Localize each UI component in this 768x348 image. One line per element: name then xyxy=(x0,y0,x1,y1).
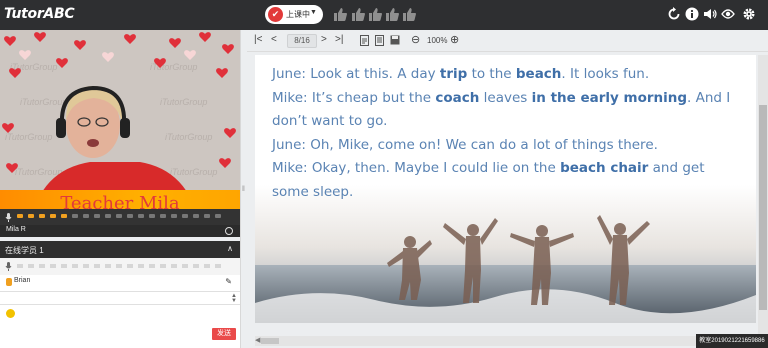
audio-level-bar xyxy=(17,264,221,268)
teacher-label: Mila R xyxy=(6,226,26,233)
slide-text-segment: to the xyxy=(467,66,516,82)
svg-text:iTutorGroup: iTutorGroup xyxy=(5,132,52,142)
chat-input[interactable]: ▲ ▼ xyxy=(0,291,240,305)
status-label: 上课中 xyxy=(286,10,310,19)
chevron-up-icon[interactable]: ∧ xyxy=(227,244,233,253)
vocab-word: coach xyxy=(435,89,480,106)
teacher-audio-level xyxy=(0,209,240,226)
page-indicator[interactable]: 8/16 xyxy=(287,34,317,48)
vocab-word: in the early morning xyxy=(531,89,688,106)
class-status-dropdown[interactable]: ✔ 上课中 ▼ xyxy=(265,5,323,24)
zoom-in-icon[interactable]: ⊕ xyxy=(450,33,459,46)
vocab-word: beach xyxy=(515,66,562,82)
prev-page-button[interactable]: < xyxy=(271,34,277,45)
slide-text-segment: June: Oh, Mike, come on! We can do a lot… xyxy=(272,136,658,153)
slide-line: some sleep. xyxy=(272,181,752,205)
slide-text-segment: June: Look at this. A day xyxy=(272,66,440,82)
wifi-icon xyxy=(6,278,12,286)
thumbs-up-icon[interactable] xyxy=(402,7,416,22)
settings-icon[interactable] xyxy=(742,7,756,21)
next-page-button[interactable]: > xyxy=(321,34,327,45)
thumbs-up-icon[interactable] xyxy=(333,7,347,22)
app-logo: TutorABC xyxy=(4,6,75,22)
zoom-out-icon[interactable]: ⊖ xyxy=(411,33,420,46)
slide-text-segment: some sleep. xyxy=(272,183,354,200)
session-id: 教室2019021221659886 xyxy=(696,334,768,348)
top-bar: TutorABC ✔ 上课中 ▼ xyxy=(0,0,768,30)
scroll-left-icon[interactable]: ◀ xyxy=(255,336,260,344)
slide-toolbar: |< < 8/16 > >| ⊖ 100% ⊕ xyxy=(247,30,768,52)
thumbs-up-icon[interactable] xyxy=(351,7,365,22)
pencil-icon[interactable]: ✎ xyxy=(225,277,232,286)
teacher-video: iTutorGroup iTutorGroup iTutorGroup iTutor… xyxy=(0,30,240,225)
thumbs-up-icon[interactable] xyxy=(385,7,399,22)
panel-divider[interactable]: ‖ xyxy=(240,30,246,348)
students-panel: 在线学员 1 ∧ Brian ✎ ▲ ▼ 发送 xyxy=(0,241,240,348)
slide-line: June: Look at this. A day trip to the be… xyxy=(272,63,752,87)
slide-text-segment: Mike: It’s cheap but the xyxy=(272,89,436,106)
thumbs-up-icon[interactable] xyxy=(368,7,382,22)
slide-text-segment: . It looks fun. xyxy=(561,66,650,82)
teacher-label-row: Mila R xyxy=(0,225,240,237)
beach-photo xyxy=(255,185,756,323)
drag-handle-icon[interactable]: ‖ xyxy=(242,186,245,193)
save-icon[interactable] xyxy=(390,35,400,45)
status-check-icon: ✔ xyxy=(268,7,283,22)
svg-text:iTutorGroup: iTutorGroup xyxy=(170,167,217,177)
vertical-scrollbar[interactable] xyxy=(758,55,768,348)
vocab-word: trip xyxy=(439,66,468,82)
slide-text-segment: Mike: Okay, then. Maybe I could lie on t… xyxy=(272,160,561,176)
slide-area: |< < 8/16 > >| ⊖ 100% ⊕ June: Look at th… xyxy=(247,30,768,348)
slide-text-segment: . And I xyxy=(687,89,731,106)
info-icon[interactable] xyxy=(685,7,699,21)
scroll-arrows-icon[interactable]: ▲ ▼ xyxy=(231,293,237,304)
slide-text-segment: and get xyxy=(648,160,705,176)
last-page-button[interactable]: >| xyxy=(335,34,343,45)
refresh-icon[interactable] xyxy=(667,7,681,21)
slide-dialogue: June: Look at this. A day trip to the be… xyxy=(272,63,752,204)
emoji-icon[interactable] xyxy=(6,309,15,318)
slide-text-segment: leaves xyxy=(479,89,532,106)
microphone-icon xyxy=(5,213,12,222)
student-list-item[interactable]: Brian ✎ xyxy=(0,275,240,289)
horizontal-scroll-thumb[interactable] xyxy=(261,338,279,344)
slide-line: Mike: Okay, then. Maybe I could lie on t… xyxy=(272,157,752,181)
svg-text:iTutorGroup: iTutorGroup xyxy=(20,97,67,107)
camera-icon[interactable] xyxy=(225,227,233,235)
student-audio-level xyxy=(0,258,240,275)
vocab-word: beach chair xyxy=(560,160,649,176)
students-title: 在线学员 1 xyxy=(5,246,44,255)
microphone-icon xyxy=(5,262,12,271)
zoom-level: 100% xyxy=(427,36,448,45)
lesson-slide: June: Look at this. A day trip to the be… xyxy=(255,55,756,323)
slide-text-segment: don’t want to go. xyxy=(272,113,388,129)
slide-line: June: Oh, Mike, come on! We can do a lot… xyxy=(272,134,752,158)
send-button[interactable]: 发送 xyxy=(212,328,236,340)
student-name: Brian xyxy=(14,277,31,284)
students-header[interactable]: 在线学员 1 ∧ xyxy=(0,241,240,258)
svg-text:iTutorGroup: iTutorGroup xyxy=(15,167,62,177)
vertical-scroll-thumb[interactable] xyxy=(759,105,767,310)
svg-text:iTutorGroup: iTutorGroup xyxy=(160,97,207,107)
svg-text:iTutorGroup: iTutorGroup xyxy=(165,132,212,142)
slide-line: don’t want to go. xyxy=(272,110,752,134)
eye-icon[interactable] xyxy=(721,7,735,21)
horizontal-scrollbar[interactable]: ◀ xyxy=(255,336,758,346)
first-page-button[interactable]: |< xyxy=(254,34,262,45)
volume-icon[interactable] xyxy=(703,7,717,21)
notes-icon[interactable] xyxy=(375,35,384,46)
document-icon[interactable] xyxy=(360,35,369,46)
chevron-down-icon: ▼ xyxy=(310,9,317,16)
classroom-app: TutorABC ✔ 上课中 ▼ iTutorGroup iTutorGroup… xyxy=(0,0,768,348)
slide-line: Mike: It’s cheap but the coach leaves in… xyxy=(272,87,752,111)
